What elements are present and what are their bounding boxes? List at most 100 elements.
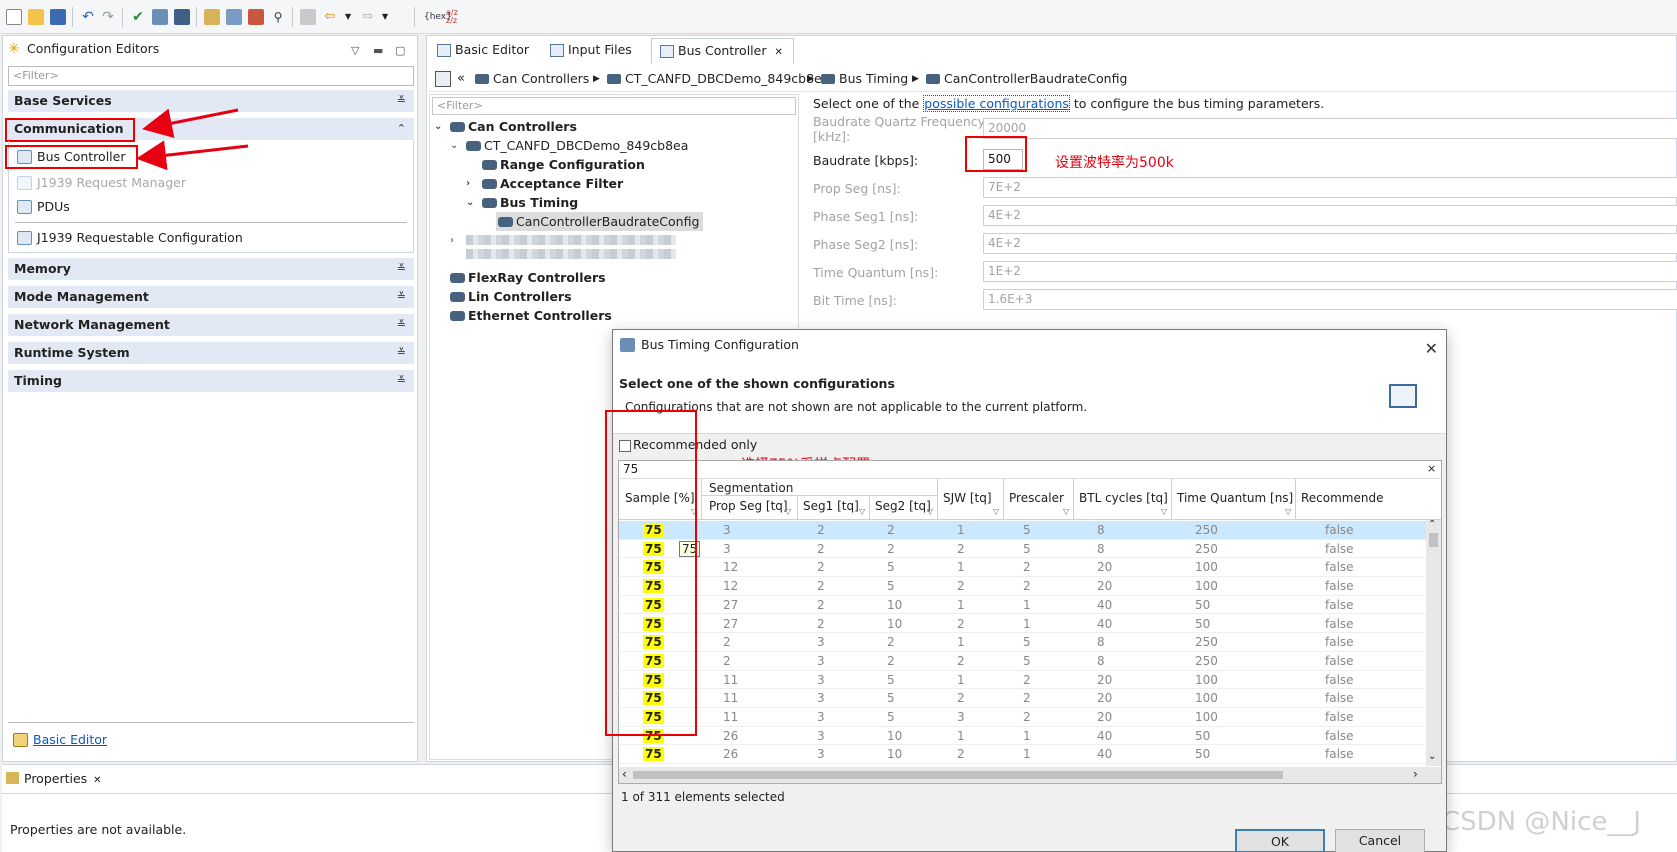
build-icon[interactable] [174,9,190,25]
expand-icon: ≚ [396,318,406,331]
redo-icon[interactable]: ↷ [100,9,116,25]
tree-filter-input[interactable]: <Filter> [432,97,796,115]
col-btl-cycles[interactable]: BTL cycles [tq] [1079,491,1168,505]
bit-time-field[interactable]: 1.6E+3 [983,289,1677,310]
category-mode-management[interactable]: Mode Management ≚ [8,286,414,308]
tree-node-acceptance-filter[interactable]: › Acceptance Filter [466,174,623,193]
search-icon[interactable]: ⚲ [270,9,286,25]
category-memory[interactable]: Memory ≚ [8,258,414,280]
clear-filter-icon[interactable]: ⨯ [1427,462,1436,475]
tree-node-can-controllers[interactable]: ⌄ Can Controllers [434,117,577,136]
chevron-down-icon[interactable]: ⌄ [434,117,442,136]
filter-icon[interactable]: ▽ [1161,507,1167,516]
chevron-down-icon[interactable]: ▼ [345,9,361,25]
category-network-management[interactable]: Network Management ≚ [8,314,414,336]
compare-icon[interactable] [248,9,264,25]
chevron-right-icon[interactable]: › [1413,767,1418,781]
cell-btl: 20 [1097,579,1113,594]
item-j1939-request-manager[interactable]: J1939 Request Manager [15,173,186,193]
item-pdus[interactable]: PDUs [15,197,70,217]
col-seg1[interactable]: Seg1 [tq] [803,499,859,513]
filter-icon[interactable]: ▽ [993,507,999,516]
breadcrumb-item[interactable]: Can Controllers [473,66,589,92]
breadcrumb-item[interactable]: CanControllerBaudrateConfig [924,66,1127,92]
basic-editor-link[interactable]: Basic Editor [11,730,107,750]
convert-icon[interactable]: a/z z/z [446,9,462,25]
tab-bus-controller[interactable]: Bus Controller ✕ [651,38,794,64]
tab-input-files[interactable]: Input Files [542,38,642,64]
category-timing[interactable]: Timing ≚ [8,370,414,392]
maximize-icon[interactable]: ▢ [395,38,405,64]
generate-icon[interactable] [152,9,168,25]
col-seg2[interactable]: Seg2 [tq] [875,499,931,513]
save-icon[interactable] [50,9,66,25]
outline-icon[interactable] [435,71,451,87]
close-icon[interactable]: ✕ [93,775,101,786]
ok-button[interactable]: OK [1235,829,1325,852]
hex-icon[interactable]: {hex} [424,9,452,25]
table-filter-input[interactable]: 75 [619,461,1441,479]
col-prescaler[interactable]: Prescaler [1009,491,1064,505]
new-icon[interactable] [6,9,22,25]
tab-basic-editor[interactable]: Basic Editor [429,38,539,64]
cancel-button[interactable]: Cancel [1335,829,1425,852]
properties-tab[interactable]: Properties ✕ [6,771,102,786]
undo-icon[interactable]: ↶ [80,9,96,25]
open-icon[interactable] [28,9,44,25]
close-icon[interactable]: ✕ [774,47,782,58]
settings-icon[interactable] [300,9,316,25]
col-prop-seg[interactable]: Prop Seg [tq] [709,499,788,513]
tree-node-controller[interactable]: ⌄ CT_CANFD_DBCDemo_849cb8ea [450,136,688,155]
filter-icon[interactable]: ▽ [785,507,791,516]
category-runtime-system[interactable]: Runtime System ≚ [8,342,414,364]
filter-icon[interactable]: ▽ [927,507,933,516]
back-icon[interactable]: ⇦ [322,9,338,25]
vertical-scrollbar-thumb[interactable] [1429,533,1438,547]
phase-seg1-field[interactable]: 4E+2 [983,205,1677,226]
controller-icon [450,122,465,132]
category-base-services[interactable]: Base Services ≚ [8,90,414,112]
cell-prescaler: 2 [1023,560,1031,575]
validate-icon[interactable]: ✔ [130,9,146,25]
tree-node-flexray-controllers[interactable]: FlexRay Controllers [448,268,606,287]
chevron-down-icon[interactable]: ⌄ [450,136,458,155]
cell-recommended: false [1325,653,1354,668]
tree-node-bus-timing[interactable]: ⌄ Bus Timing [466,193,578,212]
double-chevron-left-icon[interactable]: « [457,66,465,92]
breadcrumb-item[interactable]: CT_CANFD_DBCDemo_849cb8ea [605,66,829,92]
prop-seg-field[interactable]: 7E+2 [983,177,1677,198]
cell-btl: 40 [1097,616,1113,631]
chevron-down-icon[interactable]: ⌄ [466,193,474,212]
minimize-icon[interactable]: ▬ [373,38,383,64]
import-icon[interactable] [226,9,242,25]
horizontal-scrollbar-thumb[interactable] [633,771,1283,779]
chevron-down-icon[interactable]: ⌄ [1428,751,1436,762]
view-menu-icon[interactable]: ▽ [351,38,359,64]
tree-node-ethernet-controllers[interactable]: Ethernet Controllers [448,306,612,325]
breadcrumb-item[interactable]: Bus Timing [819,66,908,92]
chevron-up-icon[interactable]: ⌃ [1428,519,1436,530]
forward-icon[interactable]: ⇨ [360,9,376,25]
vertical-scrollbar[interactable] [1426,520,1441,766]
item-j1939-requestable[interactable]: J1939 Requestable Configuration [15,228,243,248]
chevron-right-icon[interactable]: › [466,174,470,193]
time-quantum-field[interactable]: 1E+2 [983,261,1677,282]
col-time-quantum[interactable]: Time Quantum [ns] [1177,491,1294,505]
possible-configurations-link[interactable]: possible configurations [923,95,1070,112]
filter-icon[interactable]: ▽ [1063,507,1069,516]
chevron-left-icon[interactable]: ‹ [622,767,627,781]
col-sjw[interactable]: SJW [tq] [943,491,992,505]
cell-prop-seg: 2 [723,653,731,668]
chevron-right-icon[interactable]: › [450,231,454,250]
export-icon[interactable] [204,9,220,25]
col-recommended[interactable]: Recommende [1301,491,1384,505]
phase-seg2-field[interactable]: 4E+2 [983,233,1677,254]
tree-node-range-configuration[interactable]: Range Configuration [480,155,645,174]
filter-icon[interactable]: ▽ [859,507,865,516]
quartz-field[interactable]: 20000 [983,118,1677,139]
tree-node-baudrate-config[interactable]: CanControllerBaudrateConfig [496,212,704,231]
filter-icon[interactable]: ▽ [1285,507,1291,516]
chevron-down-icon[interactable]: ▼ [382,9,398,25]
left-filter-input[interactable]: <Filter> [8,66,414,86]
tree-node-lin-controllers[interactable]: Lin Controllers [448,287,572,306]
